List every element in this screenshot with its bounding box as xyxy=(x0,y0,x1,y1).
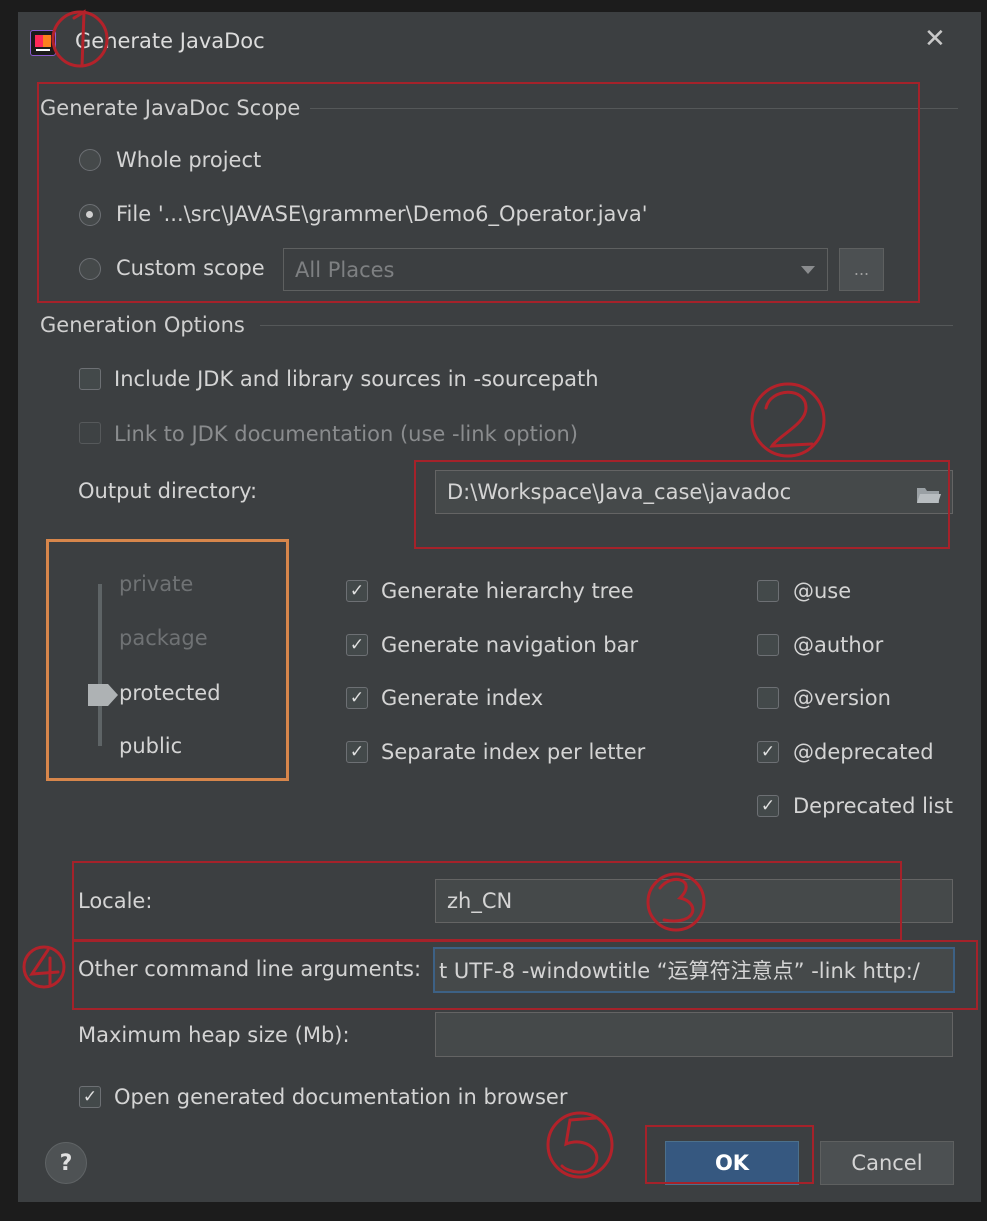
separate-index-label[interactable]: Separate index per letter xyxy=(381,740,645,764)
annotation-box-locale xyxy=(72,861,902,941)
generate-index-checkbox[interactable]: ✓ xyxy=(346,687,368,709)
help-button[interactable]: ? xyxy=(45,1142,87,1184)
open-browser-label[interactable]: Open generated documentation in browser xyxy=(114,1085,567,1109)
deprecated-list-label[interactable]: Deprecated list xyxy=(793,794,953,818)
link-jdk-label: Link to JDK documentation (use -link opt… xyxy=(114,422,578,446)
close-icon[interactable]: ✕ xyxy=(924,24,946,54)
dialog-title: Generate JavaDoc xyxy=(75,29,265,53)
heap-label: Maximum heap size (Mb): xyxy=(78,1023,350,1047)
link-jdk-checkbox xyxy=(79,422,101,444)
cancel-button[interactable]: Cancel xyxy=(820,1141,954,1185)
use-tag-checkbox[interactable] xyxy=(757,580,779,602)
annotation-box-ok xyxy=(645,1125,814,1184)
app-icon xyxy=(30,30,56,56)
version-tag-checkbox[interactable] xyxy=(757,687,779,709)
heap-input[interactable] xyxy=(435,1012,953,1057)
deprecated-tag-label[interactable]: @deprecated xyxy=(793,740,934,764)
open-browser-checkbox[interactable]: ✓ xyxy=(79,1086,101,1108)
version-tag-label[interactable]: @version xyxy=(793,686,891,710)
options-section-title: Generation Options xyxy=(40,313,245,337)
separate-index-checkbox[interactable]: ✓ xyxy=(346,741,368,763)
hierarchy-tree-label[interactable]: Generate hierarchy tree xyxy=(381,579,634,603)
generate-index-label[interactable]: Generate index xyxy=(381,686,543,710)
navigation-bar-label[interactable]: Generate navigation bar xyxy=(381,633,638,657)
include-jdk-checkbox[interactable] xyxy=(79,368,101,390)
annotation-box-args xyxy=(72,940,978,1010)
deprecated-list-checkbox[interactable]: ✓ xyxy=(757,795,779,817)
hierarchy-tree-checkbox[interactable]: ✓ xyxy=(346,580,368,602)
options-separator xyxy=(260,325,953,326)
annotation-box-output-dir xyxy=(414,460,950,549)
author-tag-label[interactable]: @author xyxy=(793,633,883,657)
navigation-bar-checkbox[interactable]: ✓ xyxy=(346,634,368,656)
annotation-box-visibility xyxy=(46,539,289,781)
include-jdk-label[interactable]: Include JDK and library sources in -sour… xyxy=(114,367,599,391)
use-tag-label[interactable]: @use xyxy=(793,579,851,603)
author-tag-checkbox[interactable] xyxy=(757,634,779,656)
output-dir-label: Output directory: xyxy=(78,479,258,503)
annotation-box-scope xyxy=(37,82,920,303)
deprecated-tag-checkbox[interactable]: ✓ xyxy=(757,741,779,763)
